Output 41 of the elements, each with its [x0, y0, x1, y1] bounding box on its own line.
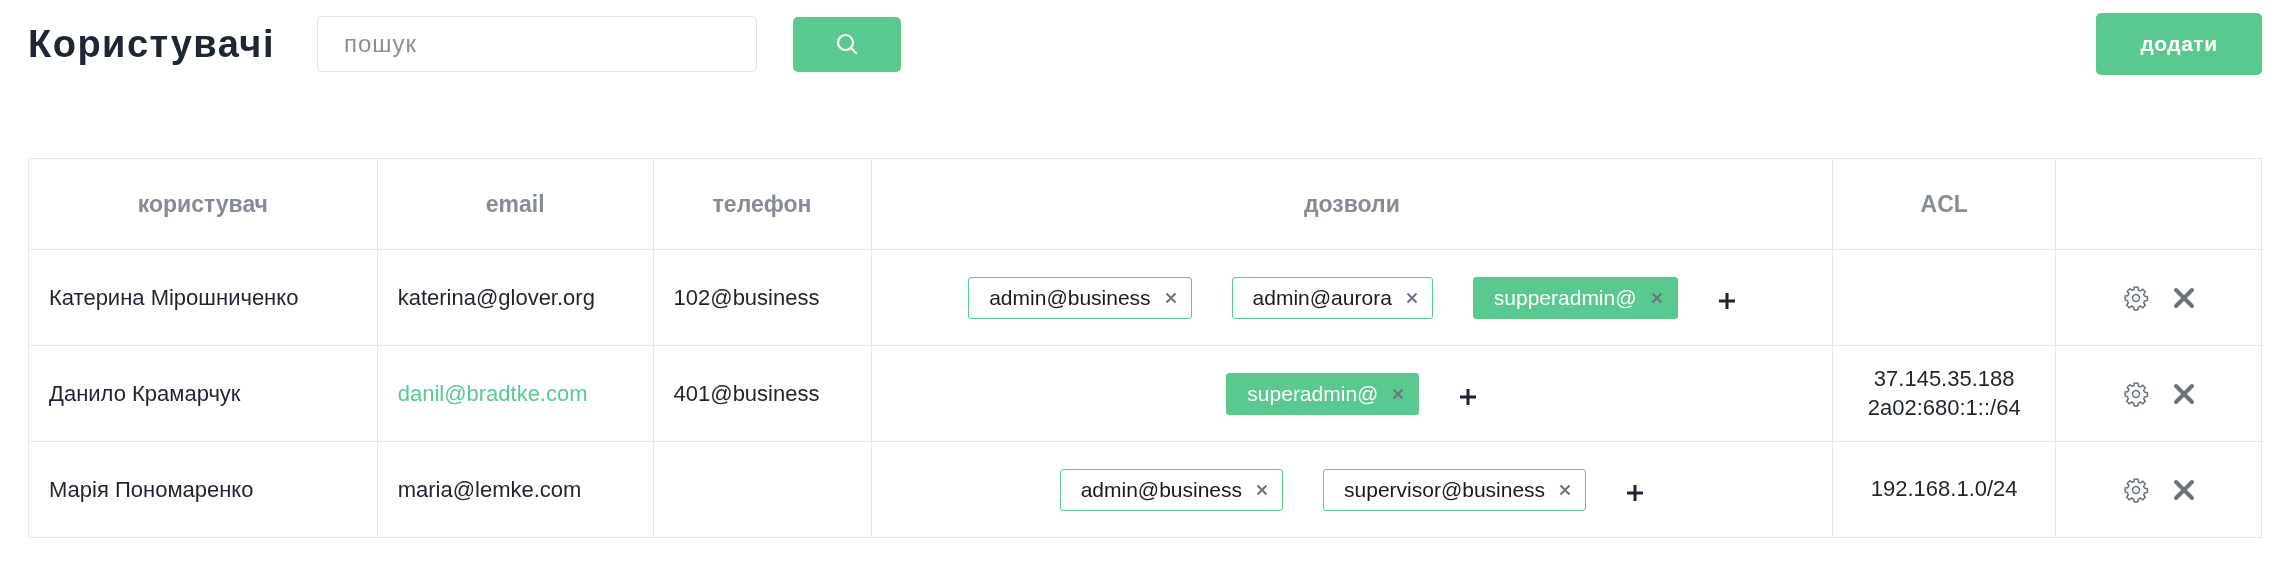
column-header: дозволи — [871, 158, 1833, 250]
close-icon — [2172, 382, 2195, 405]
remove-icon[interactable] — [1256, 483, 1269, 496]
delete-button[interactable] — [2172, 478, 2195, 501]
table-cell: Данило Крамарчук — [28, 345, 378, 442]
settings-icon — [2122, 380, 2149, 407]
table-cell: katerina@glover.org — [377, 249, 654, 346]
plus-icon — [1717, 291, 1736, 310]
remove-icon[interactable] — [1405, 291, 1418, 304]
table-cell: 401@business — [653, 345, 872, 442]
column-header: ACL — [1832, 158, 2056, 250]
acl-entry: 192.168.1.0/24 — [1869, 475, 2019, 504]
column-header: телефон — [653, 158, 872, 250]
close-icon — [2172, 478, 2195, 501]
permission-tag[interactable]: supervisor@business — [1323, 468, 1587, 511]
remove-icon[interactable] — [1164, 291, 1177, 304]
delete-button[interactable] — [2172, 286, 2195, 309]
permission-tag[interactable]: admin@business — [1059, 468, 1284, 511]
settings-button[interactable] — [2122, 380, 2149, 407]
page-title: Користувачі — [28, 22, 275, 66]
delete-button[interactable] — [2172, 382, 2195, 405]
table-cell: Катерина Мірошниченко — [28, 249, 378, 346]
column-header: email — [377, 158, 654, 250]
settings-icon — [2122, 284, 2149, 311]
close-icon — [2172, 286, 2195, 309]
acl-entry: 2a02:680:1::/64 — [1866, 393, 2022, 422]
search-icon — [834, 32, 859, 56]
settings-button[interactable] — [2122, 284, 2149, 311]
plus-icon — [1626, 483, 1645, 502]
search-field[interactable]: пошук — [316, 16, 757, 72]
plus-icon — [1459, 387, 1478, 406]
acl-entry: 37.145.35.188 — [1872, 364, 2016, 393]
table-cell: maria@lemke.com — [377, 441, 654, 538]
permission-tag[interactable]: admin@business — [968, 276, 1192, 319]
permission-tag[interactable]: admin@aurora — [1231, 276, 1433, 319]
table-cell: Марія Пономаренко — [28, 441, 378, 538]
settings-icon — [2122, 476, 2149, 503]
settings-button[interactable] — [2122, 476, 2149, 503]
table-cell: 102@business — [653, 249, 872, 346]
remove-icon[interactable] — [1559, 483, 1572, 496]
column-header: користувач — [28, 158, 378, 250]
